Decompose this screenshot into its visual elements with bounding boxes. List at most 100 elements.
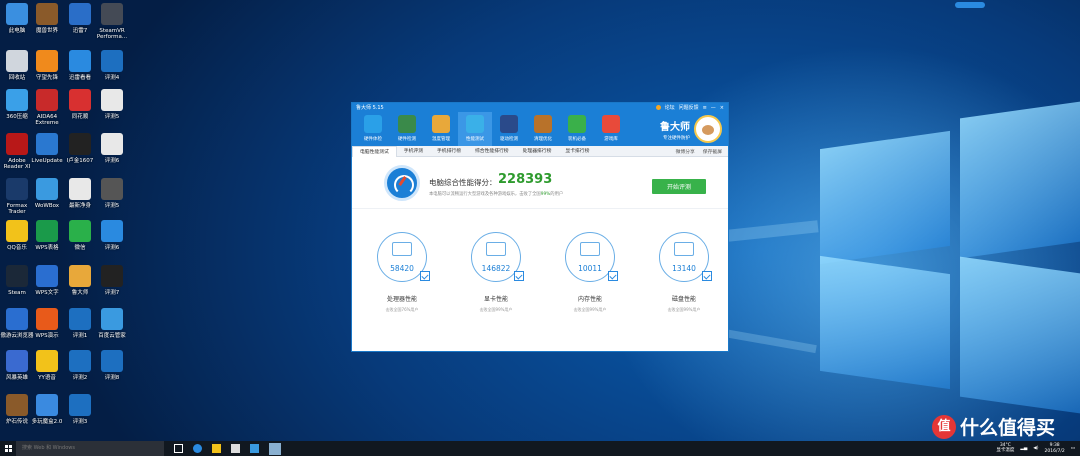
app-icon	[6, 265, 28, 287]
toolbar-item[interactable]: 硬件体检	[356, 112, 390, 146]
desktop-icon[interactable]: 最新净身	[63, 178, 97, 209]
weibo-share-link[interactable]: 微博分享	[676, 148, 695, 155]
desktop-icon[interactable]: 炉石传说	[0, 394, 34, 425]
clock[interactable]: 9:38 2016/7/2	[1045, 443, 1065, 454]
mascot-avatar[interactable]	[694, 115, 722, 143]
minimize-button[interactable]: —	[711, 105, 716, 111]
toolbar-item-icon	[398, 115, 416, 133]
toolbar-item[interactable]: 驱动检测	[492, 112, 526, 146]
desktop-icon[interactable]: QQ音乐	[0, 220, 34, 251]
notifications-icon[interactable]: ▭	[1071, 446, 1075, 451]
brand-slogan: 专注硬件防护	[663, 136, 690, 141]
start-benchmark-button[interactable]: 开始评测	[652, 179, 706, 194]
desktop-icon[interactable]: WPS演示	[30, 308, 64, 339]
volume-icon[interactable]: ◀)	[1033, 446, 1038, 451]
score-description: 本电脑可以流畅运行大型游戏及各种游戏娱乐，击败了全国99%的用户	[429, 192, 564, 197]
desktop-icon[interactable]: 评测2	[63, 350, 97, 381]
toolbar-item[interactable]: 装机必备	[560, 112, 594, 146]
desktop-icon[interactable]: 评测4	[95, 50, 129, 81]
toolbar-item[interactable]: 清理优化	[526, 112, 560, 146]
taskbar-search-input[interactable]	[16, 441, 164, 456]
tab-phone-ranking[interactable]: 手机排行榜	[430, 146, 468, 157]
toolbar-item[interactable]: 游戏库	[594, 112, 628, 146]
desktop-icon[interactable]: 评测5	[95, 178, 129, 209]
desktop-icon[interactable]: WPS表格	[30, 220, 64, 251]
desktop-icon[interactable]: 回收站	[0, 50, 34, 81]
desktop-icon[interactable]: LiveUpdate	[30, 133, 64, 164]
desktop-icon[interactable]: 此电脑	[0, 3, 34, 34]
desktop-icon[interactable]: Adobe Reader XI	[0, 133, 34, 171]
thunder-icon[interactable]	[250, 444, 259, 453]
tab-pc-benchmark[interactable]: 电脑性能测试	[352, 145, 397, 157]
start-button[interactable]	[0, 441, 16, 456]
app-icon	[101, 178, 123, 200]
save-screenshot-link[interactable]: 保存截屏	[703, 148, 722, 155]
close-button[interactable]: ×	[720, 105, 724, 111]
tab-overall-ranking[interactable]: 综合性能排行榜	[468, 146, 516, 157]
desktop-icon[interactable]: Formax Trader	[0, 178, 34, 216]
desktop-icon[interactable]: 风暴英雄	[0, 350, 34, 381]
desktop-icon[interactable]: 守望先锋	[30, 50, 64, 81]
tab-cpu-ranking[interactable]: 处理器排行榜	[516, 146, 559, 157]
desktop-icon[interactable]: Steam	[0, 265, 34, 296]
app-icon	[69, 89, 91, 111]
app-icon	[36, 220, 58, 242]
toolbar-item-icon	[534, 115, 552, 133]
desktop-icon[interactable]: 鲁大师	[63, 265, 97, 296]
check-icon[interactable]	[702, 271, 712, 281]
desktop-icon[interactable]: 评测6	[95, 220, 129, 251]
desktop-icon[interactable]: YY语音	[30, 350, 64, 381]
top-edge-button[interactable]	[955, 2, 985, 8]
desktop-icon[interactable]: WoWBox	[30, 178, 64, 209]
gpu-temp-widget[interactable]: 34°C 显卡温度	[996, 443, 1014, 454]
desktop-icon[interactable]: 同花顺	[63, 89, 97, 120]
desktop-icon[interactable]: 评测3	[63, 394, 97, 425]
edge-browser-icon[interactable]	[193, 444, 202, 453]
notification-icon[interactable]	[655, 105, 661, 110]
desktop-icon-label: 微信	[74, 245, 86, 251]
app-icon	[69, 133, 91, 155]
toolbar-item[interactable]: 温度管理	[424, 112, 458, 146]
app-icon	[69, 50, 91, 72]
desktop-icon[interactable]: 评测6	[95, 133, 129, 164]
windows-logo-icon	[4, 445, 12, 452]
ludashi-taskbar-icon[interactable]	[269, 442, 281, 455]
tab-phone-review[interactable]: 手机评测	[397, 146, 430, 157]
app-icon	[101, 50, 123, 72]
check-icon[interactable]	[608, 271, 618, 281]
feedback-link[interactable]: 问题反馈	[679, 104, 699, 111]
desktop-icon[interactable]: WPS文字	[30, 265, 64, 296]
desktop-icon[interactable]: 评测5	[95, 89, 129, 120]
app-icon	[101, 133, 123, 155]
desktop-icon[interactable]: 评测1	[63, 308, 97, 339]
forum-link[interactable]: 论坛	[665, 104, 675, 111]
task-view-icon[interactable]	[174, 444, 183, 453]
desktop-icon[interactable]: 迅雷7	[63, 3, 97, 34]
menu-icon[interactable]: ≡	[703, 105, 707, 111]
toolbar-item[interactable]: 性能测试	[458, 112, 492, 146]
tab-gpu-ranking[interactable]: 显卡排行榜	[558, 146, 596, 157]
desktop-icon[interactable]: 魔兽世界	[30, 3, 64, 34]
desktop-icon[interactable]: 多玩魔盒2.0	[30, 394, 64, 425]
desktop-icon-label: 评测7	[104, 290, 120, 296]
desktop-icon[interactable]: SteamVR Performa...	[95, 3, 129, 41]
file-explorer-icon[interactable]	[212, 444, 221, 453]
desktop-icon[interactable]: 百度云管家	[95, 308, 129, 339]
desktop-icon[interactable]: 评测7	[95, 265, 129, 296]
desktop-icon[interactable]: 微信	[63, 220, 97, 251]
check-icon[interactable]	[514, 271, 524, 281]
toolbar-item-label: 温度管理	[432, 137, 450, 142]
desktop-icon[interactable]: 傲游云浏览器	[0, 308, 34, 339]
desktop-icon[interactable]: 迅雷看看	[63, 50, 97, 81]
app-icon	[69, 265, 91, 287]
check-icon[interactable]	[420, 271, 430, 281]
store-icon[interactable]	[231, 444, 240, 453]
toolbar-item[interactable]: 硬件检测	[390, 112, 424, 146]
app-icon	[6, 178, 28, 200]
desktop-icon[interactable]: AIDA64 Extreme	[30, 89, 64, 127]
desktop-icon[interactable]: 360压缩	[0, 89, 34, 120]
gpu-score-value: 146822	[481, 264, 511, 273]
desktop-icon[interactable]: Ⅰ卢金1607	[63, 133, 97, 164]
desktop-icon[interactable]: 评测8	[95, 350, 129, 381]
network-icon[interactable]: ▂▄	[1020, 446, 1027, 451]
